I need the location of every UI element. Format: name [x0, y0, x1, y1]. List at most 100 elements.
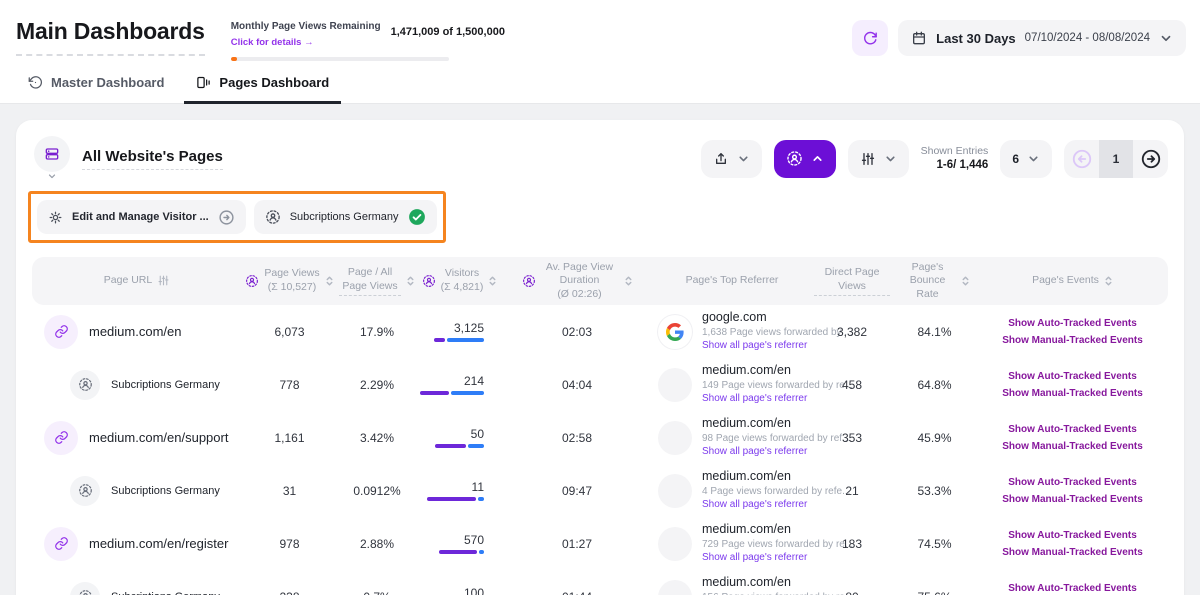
chevron-down-icon [884, 152, 897, 165]
table-row: medium.com/en/register 978 2.88% 570 01:… [32, 517, 1168, 570]
export-button[interactable] [701, 140, 762, 178]
next-page-button[interactable] [1133, 140, 1168, 178]
column-sum: (Σ 4,821) [441, 281, 484, 295]
export-icon [713, 151, 729, 167]
referrer-name: medium.com/en [702, 575, 812, 591]
visitor-segment-chip[interactable]: Subcriptions Germany [254, 200, 437, 234]
filter-label: Subcriptions Germany [290, 211, 399, 223]
pagination: 1 [1064, 140, 1168, 178]
card-title: All Website's Pages [82, 148, 223, 170]
page-url-label[interactable]: Subcriptions Germany [111, 379, 220, 391]
referrer-detail: 4 Page views forwarded by refe... [702, 486, 812, 499]
visitors-bar-purple [434, 338, 445, 342]
shown-entries-label: Shown Entries [921, 144, 989, 158]
bounce-rate-value: 74.5% [892, 537, 977, 551]
sort-icon[interactable] [488, 275, 497, 287]
table-header: Page URL Page Views (Σ 10,527) Page / Al… [32, 257, 1168, 305]
share-value: 2.29% [337, 378, 417, 392]
widget-type-selector[interactable] [32, 136, 72, 181]
show-auto-events-link[interactable]: Show Auto-Tracked Events [1008, 583, 1137, 594]
show-manual-events-link[interactable]: Show Manual-Tracked Events [1002, 494, 1143, 505]
show-auto-events-link[interactable]: Show Auto-Tracked Events [1008, 530, 1137, 541]
table-row: Subcriptions Germany 778 2.29% 214 04:04… [32, 358, 1168, 411]
referrer-detail: 729 Page views forwarded by re... [702, 539, 812, 552]
duration-value: 01:44 [502, 590, 652, 595]
pages-widget-card: All Website's Pages Shown Entries 1-6/ 1… [16, 120, 1184, 595]
show-all-referrer-link[interactable]: Show all page's referrer [702, 499, 812, 512]
visitors-bar-purple [420, 391, 449, 395]
previous-page-button[interactable] [1064, 140, 1099, 178]
edit-manage-visitor-button[interactable]: Edit and Manage Visitor ... [37, 200, 246, 234]
chevron-down-icon [1027, 152, 1040, 165]
visitor-segment-button[interactable] [774, 140, 836, 178]
show-auto-events-link[interactable]: Show Auto-Tracked Events [1008, 371, 1137, 382]
page-views-value: 31 [242, 484, 337, 498]
chevron-down-icon [47, 171, 57, 181]
page-views-value: 238 [242, 590, 337, 595]
page-url-label[interactable]: medium.com/en/register [89, 536, 228, 551]
visitors-cell: 11 [417, 480, 502, 501]
sort-icon[interactable] [1104, 275, 1113, 287]
show-all-referrer-link[interactable]: Show all page's referrer [702, 340, 812, 353]
referrer-detail: 98 Page views forwarded by ref... [702, 433, 812, 446]
show-auto-events-link[interactable]: Show Auto-Tracked Events [1008, 424, 1137, 435]
sort-icon[interactable] [961, 275, 970, 287]
visitors-value: 50 [471, 427, 484, 441]
page-size-select[interactable]: 6 [1000, 140, 1052, 178]
page-views-value: 6,073 [242, 325, 337, 339]
show-manual-events-link[interactable]: Show Manual-Tracked Events [1002, 441, 1143, 452]
tab-label: Pages Dashboard [219, 75, 329, 90]
sliders-mini-icon[interactable] [157, 274, 170, 287]
column-label: Page's Events [1032, 274, 1099, 288]
filter-label: Edit and Manage Visitor ... [72, 211, 209, 223]
events-cell: Show Auto-Tracked Events Show Manual-Tra… [977, 424, 1168, 452]
column-settings-button[interactable] [848, 140, 909, 178]
sort-icon[interactable] [624, 275, 633, 287]
column-avg: (Ø 02:26) [541, 288, 619, 302]
table-row: Subcriptions Germany 238 0.7% 100 01:44 … [32, 570, 1168, 595]
bounce-rate-value: 53.3% [892, 484, 977, 498]
show-manual-events-link[interactable]: Show Manual-Tracked Events [1002, 388, 1143, 399]
sort-icon[interactable] [325, 275, 334, 287]
show-manual-events-link[interactable]: Show Manual-Tracked Events [1002, 335, 1143, 346]
referrer-cell: medium.com/en 729 Page views forwarded b… [652, 522, 812, 565]
quota-details-link[interactable]: Click for details → [231, 37, 314, 48]
tab-pages-dashboard[interactable]: Pages Dashboard [184, 67, 341, 104]
visitor-icon [245, 274, 259, 288]
date-range-value: 07/10/2024 - 08/08/2024 [1025, 32, 1150, 44]
card-toolbar: Shown Entries 1-6/ 1,446 6 1 [701, 140, 1168, 178]
show-all-referrer-link[interactable]: Show all page's referrer [702, 446, 812, 459]
visitors-cell: 570 [417, 533, 502, 554]
share-value: 0.7% [337, 590, 417, 595]
referrer-cell: medium.com/en 98 Page views forwarded by… [652, 416, 812, 459]
referrer-cell: medium.com/en 156 Page views forwarded b… [652, 575, 812, 595]
show-all-referrer-link[interactable]: Show all page's referrer [702, 552, 812, 565]
columns-icon [196, 75, 211, 90]
arrow-circle-right-icon [218, 209, 235, 226]
page-url-label[interactable]: medium.com/en/support [89, 430, 228, 445]
refresh-button[interactable] [852, 20, 888, 56]
page-url-label[interactable]: medium.com/en [89, 324, 181, 339]
date-range-picker[interactable]: Last 30 Days 07/10/2024 - 08/08/2024 [898, 20, 1186, 56]
events-cell: Show Auto-Tracked Events Show Manual-Tra… [977, 318, 1168, 346]
visitors-cell: 3,125 [417, 321, 502, 342]
column-referrer: Page's Top Referrer [652, 274, 812, 288]
current-page-number: 1 [1099, 140, 1133, 178]
chevron-down-icon [1159, 31, 1173, 45]
tab-master-dashboard[interactable]: Master Dashboard [16, 67, 176, 104]
show-auto-events-link[interactable]: Show Auto-Tracked Events [1008, 318, 1137, 329]
show-manual-events-link[interactable]: Show Manual-Tracked Events [1002, 547, 1143, 558]
visitor-icon [422, 274, 436, 288]
direct-views-value: 353 [812, 431, 892, 445]
page-url-label[interactable]: Subcriptions Germany [111, 485, 220, 497]
page-views-value: 1,161 [242, 431, 337, 445]
referrer-detail: 149 Page views forwarded by re... [702, 380, 812, 393]
visitors-value: 11 [472, 480, 484, 494]
show-auto-events-link[interactable]: Show Auto-Tracked Events [1008, 477, 1137, 488]
show-all-referrer-link[interactable]: Show all page's referrer [702, 393, 812, 406]
pages-table: Page URL Page Views (Σ 10,527) Page / Al… [32, 257, 1168, 595]
sort-icon[interactable] [406, 275, 415, 287]
page-url-label[interactable]: Subcriptions Germany [111, 591, 220, 595]
shown-entries-value: 1-6/ 1,446 [937, 158, 989, 174]
duration-value: 02:58 [502, 431, 652, 445]
